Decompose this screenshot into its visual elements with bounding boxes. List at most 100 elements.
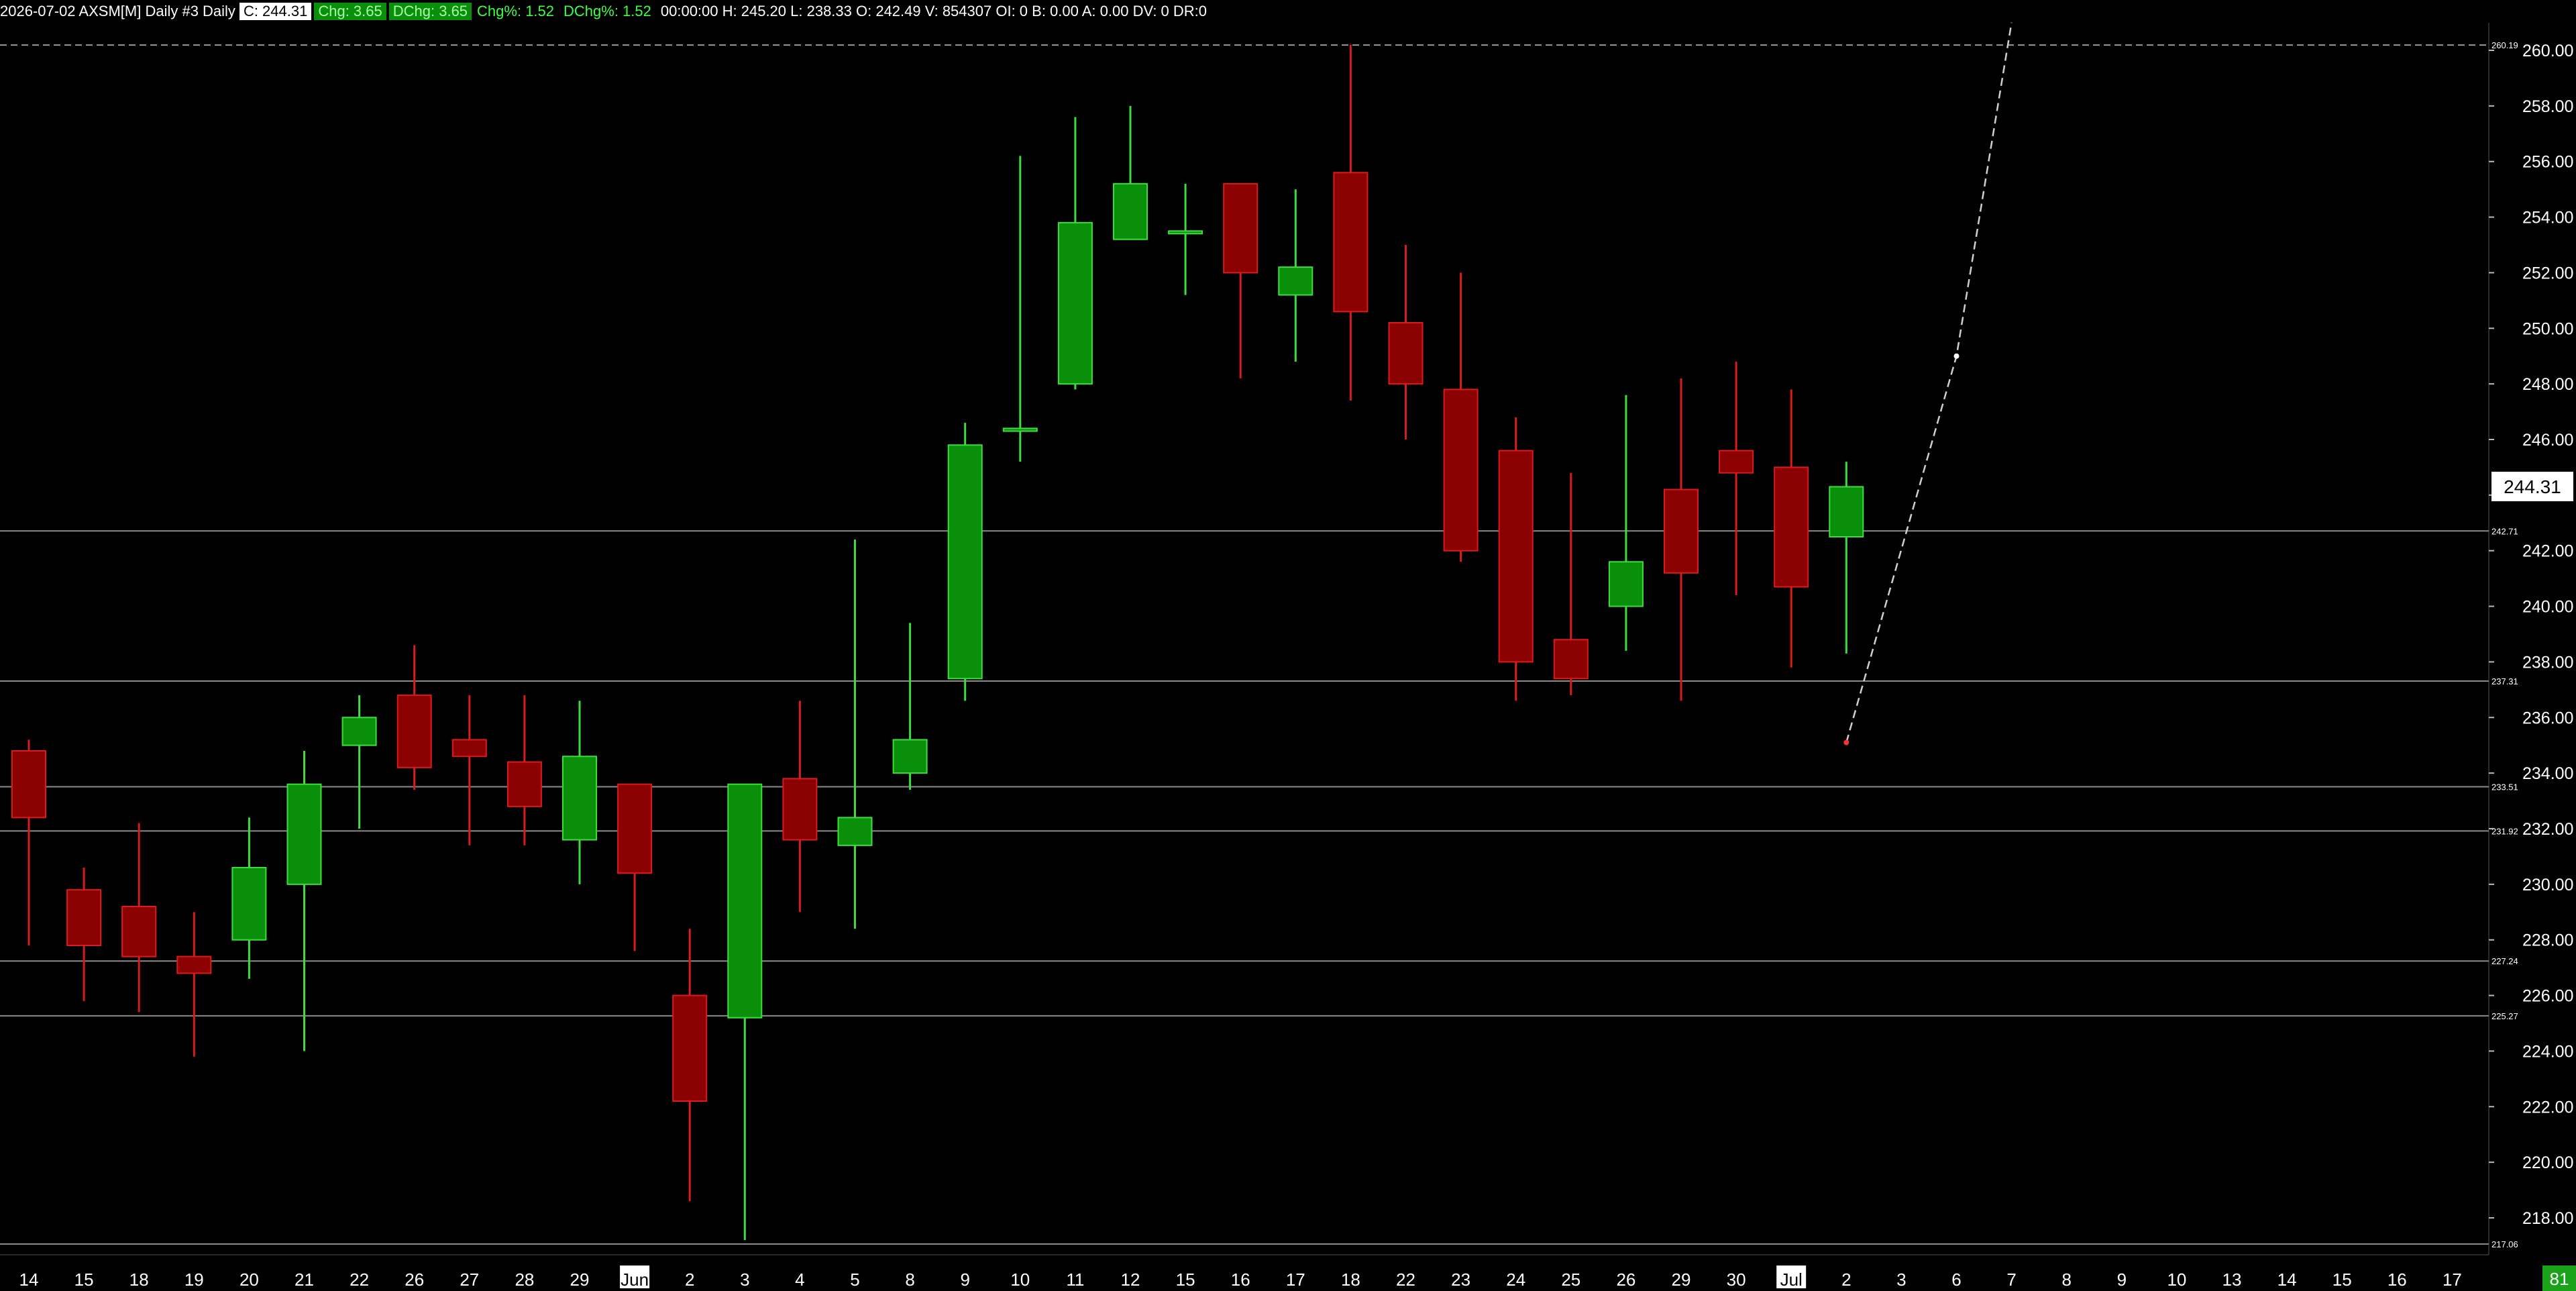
candle-body[interactable] — [1829, 486, 1864, 538]
x-tick-label: 2 — [685, 1270, 694, 1290]
candle-body[interactable] — [947, 444, 983, 680]
candle-body[interactable] — [1498, 450, 1534, 663]
candle-body[interactable] — [727, 783, 763, 1019]
x-tick-label: 15 — [2332, 1270, 2352, 1290]
y-tick-label: 258.00 — [2522, 97, 2573, 116]
y-tick-label: 230.00 — [2522, 876, 2573, 894]
candle-body[interactable] — [1223, 183, 1258, 274]
x-tick-label: 26 — [1616, 1270, 1635, 1290]
level-label: 242.71 — [2491, 526, 2518, 536]
candle-body[interactable] — [231, 867, 267, 941]
x-tick-label: 3 — [740, 1270, 749, 1290]
candle-body[interactable] — [562, 756, 597, 841]
x-tick-label: 10 — [1010, 1270, 1030, 1290]
candle-body[interactable] — [1333, 172, 1368, 313]
level-label: 237.31 — [2491, 676, 2518, 686]
x-tick-label: Jul — [1780, 1270, 1803, 1290]
candle-body[interactable] — [1553, 639, 1589, 680]
candle-body[interactable] — [451, 739, 487, 758]
y-tick-label: 220.00 — [2522, 1153, 2573, 1172]
x-tick-label: 7 — [2006, 1270, 2016, 1290]
x-tick-label: 26 — [405, 1270, 424, 1290]
y-tick-label: 236.00 — [2522, 709, 2573, 727]
x-tick-label: 20 — [239, 1270, 259, 1290]
x-tick-label: 27 — [460, 1270, 479, 1290]
x-tick-label: 24 — [1506, 1270, 1525, 1290]
x-tick-label: 28 — [515, 1270, 534, 1290]
candle-body[interactable] — [1774, 466, 1809, 588]
candle-body[interactable] — [121, 906, 157, 958]
candle-body[interactable] — [617, 783, 653, 874]
candle-body[interactable] — [176, 956, 212, 974]
candle-body[interactable] — [1388, 322, 1424, 385]
x-tick-label: 5 — [850, 1270, 859, 1290]
y-tick-label: 250.00 — [2522, 319, 2573, 338]
candle-body[interactable] — [506, 761, 542, 807]
candle-body[interactable] — [1664, 488, 1699, 574]
x-tick-label: 10 — [2167, 1270, 2186, 1290]
y-tick-label: 224.00 — [2522, 1042, 2573, 1061]
y-tick-label: 242.00 — [2522, 542, 2573, 561]
y-tick-label: 226.00 — [2522, 987, 2573, 1006]
y-tick-label: 232.00 — [2522, 820, 2573, 839]
current-price-label: 244.31 — [2504, 476, 2561, 497]
candle-body[interactable] — [286, 783, 322, 885]
candle-body[interactable] — [1113, 183, 1148, 240]
y-tick-label: 252.00 — [2522, 264, 2573, 282]
candle-body[interactable] — [341, 717, 377, 746]
candle-body[interactable] — [892, 739, 928, 774]
candle-body[interactable] — [672, 994, 708, 1102]
y-tick-label: 222.00 — [2522, 1098, 2573, 1117]
x-tick-label: 16 — [1231, 1270, 1250, 1290]
y-tick-label: 240.00 — [2522, 598, 2573, 617]
candle-body[interactable] — [1608, 561, 1644, 607]
x-tick-label: 29 — [570, 1270, 590, 1290]
candle-body[interactable] — [1168, 230, 1203, 235]
x-tick-label: 9 — [960, 1270, 969, 1290]
x-tick-label: 23 — [1451, 1270, 1470, 1290]
x-tick-label: 17 — [2443, 1270, 2462, 1290]
candle-body[interactable] — [66, 889, 102, 946]
x-tick-label: 14 — [19, 1270, 39, 1290]
x-tick-label: 30 — [1727, 1270, 1746, 1290]
x-tick-label: 19 — [184, 1270, 204, 1290]
candle-body[interactable] — [1002, 427, 1038, 432]
x-tick-label: 21 — [294, 1270, 314, 1290]
x-tick-label: Jun — [621, 1270, 649, 1290]
level-label: 231.92 — [2491, 826, 2518, 836]
candle-body[interactable] — [1443, 389, 1479, 552]
corner-badge-label: 81 — [2550, 1269, 2569, 1289]
y-tick-label: 248.00 — [2522, 375, 2573, 394]
y-tick-label: 218.00 — [2522, 1209, 2573, 1228]
x-tick-label: 18 — [1341, 1270, 1360, 1290]
x-tick-label: 17 — [1286, 1270, 1305, 1290]
x-tick-label: 6 — [1951, 1270, 1961, 1290]
x-tick-label: 8 — [2061, 1270, 2071, 1290]
x-tick-label: 2 — [1841, 1270, 1851, 1290]
candle-body[interactable] — [837, 817, 873, 846]
y-tick-label: 228.00 — [2522, 931, 2573, 950]
x-tick-label: 3 — [1896, 1270, 1906, 1290]
x-tick-label: 9 — [2117, 1270, 2127, 1290]
x-tick-label: 12 — [1121, 1270, 1140, 1290]
x-tick-label: 14 — [2277, 1270, 2297, 1290]
level-label: 233.51 — [2491, 782, 2518, 792]
x-tick-label: 8 — [905, 1270, 914, 1290]
level-label: 260.19 — [2491, 40, 2518, 50]
y-tick-label: 238.00 — [2522, 653, 2573, 672]
x-tick-label: 25 — [1561, 1270, 1580, 1290]
projection-mid-dot — [1953, 353, 1960, 359]
candlestick-chart[interactable]: 260.19 242.71 237.31 233.51 231.92 227.24 225.… — [0, 0, 2576, 1291]
y-tick-label: 256.00 — [2522, 153, 2573, 172]
candle-body[interactable] — [1057, 221, 1093, 385]
level-label: 217.06 — [2491, 1239, 2518, 1249]
candle-body[interactable] — [782, 778, 818, 841]
candle-body[interactable] — [1719, 450, 1754, 474]
x-tick-label: 13 — [2222, 1270, 2242, 1290]
candle-body[interactable] — [396, 694, 432, 768]
projection-start-dot — [1843, 739, 1849, 745]
candle-body[interactable] — [11, 750, 46, 819]
x-tick-label: 16 — [2387, 1270, 2407, 1290]
candle-body[interactable] — [1278, 266, 1313, 296]
projection-line[interactable] — [1845, 22, 2012, 743]
